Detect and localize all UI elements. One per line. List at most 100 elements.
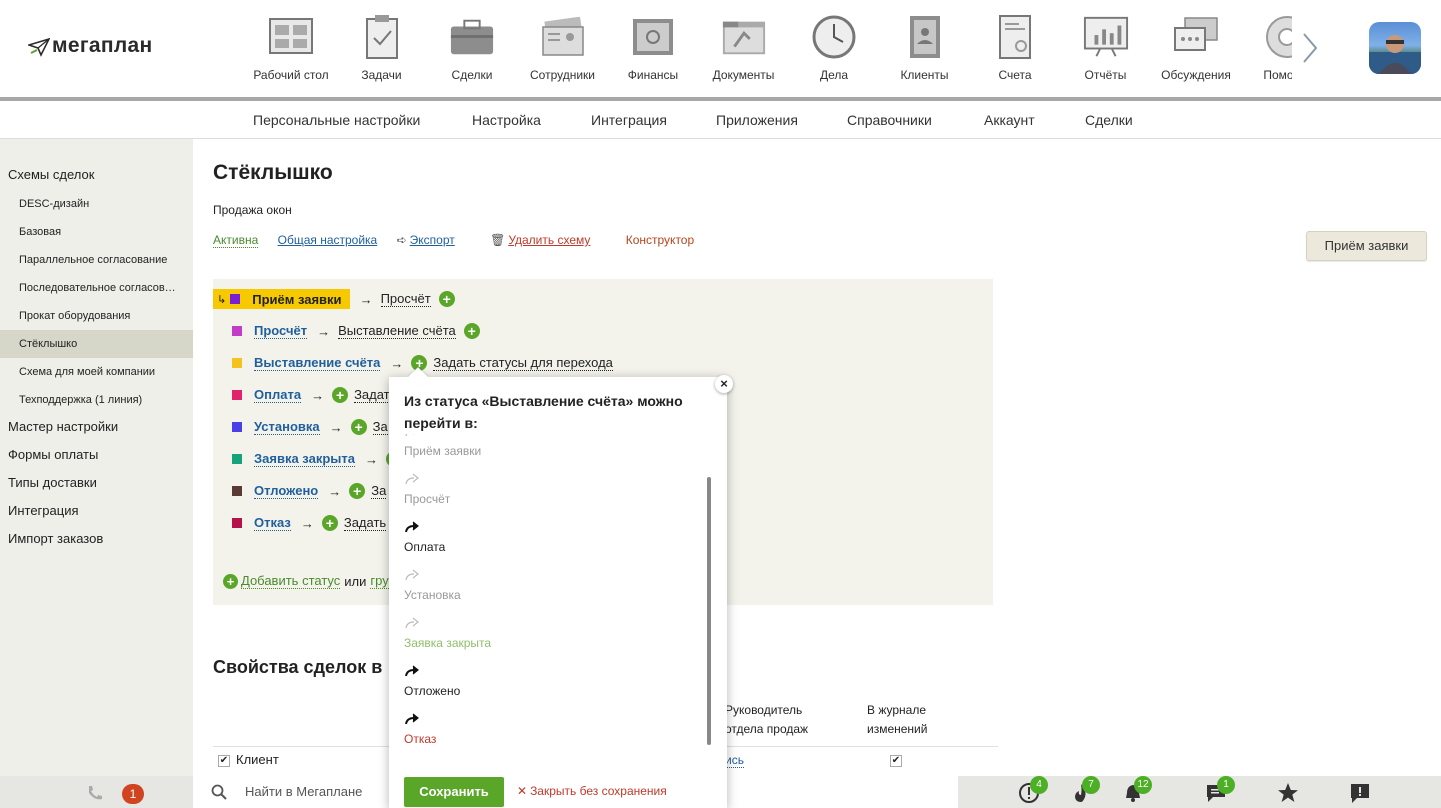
popup-status-option[interactable]: Просчёт — [404, 472, 450, 506]
add-transition-plus-icon[interactable]: + — [350, 419, 367, 435]
sidebar-item-5[interactable]: Прокат оборудования — [0, 302, 193, 330]
subnav-directories[interactable]: Справочники — [847, 112, 932, 128]
popup-option-label: Отказ — [404, 732, 437, 744]
add-transition-plus-icon[interactable]: + — [321, 515, 338, 531]
clients-icon — [902, 14, 948, 60]
popup-status-option[interactable]: Отложено — [404, 664, 460, 698]
transition-arrow-icon — [404, 712, 436, 726]
app-deals[interactable]: Сделки — [427, 14, 517, 90]
app-desktop[interactable]: Рабочий стол — [246, 14, 336, 90]
app-help[interactable]: Помощь — [1242, 14, 1292, 90]
popup-scrollbar[interactable] — [707, 477, 711, 745]
add-transition-plus-icon[interactable]: + — [349, 483, 366, 499]
add-transition-plus-icon[interactable]: + — [438, 291, 455, 307]
status-name[interactable]: Выставление счёта — [254, 355, 381, 371]
app-discussions[interactable]: Обсуждения — [1151, 14, 1241, 90]
transition-target[interactable]: Задать статусы для перехода — [433, 355, 613, 371]
status-name[interactable]: Отказ — [254, 515, 291, 531]
sidebar-item-12[interactable]: Интеграция — [0, 497, 193, 525]
status-row: Установка → + За — [232, 417, 388, 437]
transition-target[interactable]: За — [372, 419, 388, 435]
active-toggle[interactable]: Активна — [213, 233, 259, 248]
export-link[interactable]: ➪ Экспорт — [397, 233, 471, 247]
client-checkbox[interactable]: ✔ — [218, 755, 230, 767]
subnav-integration[interactable]: Интеграция — [591, 112, 667, 128]
alerts-icon[interactable]: 4 — [1018, 776, 1048, 806]
transition-target[interactable]: Просчёт — [380, 291, 431, 307]
subnav-apps[interactable]: Приложения — [716, 112, 798, 128]
app-employees[interactable]: Сотрудники — [518, 14, 608, 90]
status-name[interactable]: Оплата — [254, 387, 302, 403]
app-reports[interactable]: Отчёты — [1061, 14, 1151, 90]
subnav-deals[interactable]: Сделки — [1085, 112, 1133, 128]
feedback-icon[interactable] — [1349, 782, 1373, 806]
popup-status-option[interactable]: Заявка закрыта — [404, 616, 491, 650]
status-name[interactable]: Отложено — [254, 483, 319, 499]
delete-scheme-link[interactable]: 🗑 Удалить схему — [490, 233, 606, 247]
app-finance[interactable]: Финансы — [608, 14, 698, 90]
sidebar-item-10[interactable]: Формы оплаты — [0, 441, 193, 469]
logo-text: мегаплан — [52, 34, 153, 57]
user-avatar[interactable] — [1369, 22, 1421, 74]
sidebar-item-6[interactable]: Стёклышко — [0, 330, 193, 358]
hot-icon[interactable]: 7 — [1070, 776, 1100, 806]
calls-badge[interactable]: 1 — [122, 784, 144, 804]
add-status-link[interactable]: Добавить статус — [241, 573, 341, 589]
row-client-manager-value[interactable]: ись — [725, 753, 744, 768]
app-invoices[interactable]: Счета — [970, 14, 1060, 90]
subnav-personal[interactable]: Персональные настройки — [253, 112, 420, 128]
sidebar-item-0[interactable]: Схемы сделок — [0, 161, 193, 189]
client-journal-checkbox[interactable]: ✔ — [890, 755, 902, 767]
popup-status-option[interactable]: Установка — [404, 568, 461, 602]
popup-status-option[interactable]: Приём заявки — [404, 434, 481, 458]
app-documents[interactable]: Документы — [699, 14, 789, 90]
status-name[interactable]: Приём заявки — [252, 292, 341, 307]
transition-target[interactable]: За — [371, 483, 387, 499]
bell-icon[interactable]: 12 — [1122, 776, 1152, 806]
star-icon[interactable] — [1277, 782, 1301, 806]
page-title: Стёклышко — [213, 161, 333, 184]
popup-status-option[interactable]: Оплата — [404, 520, 445, 554]
popup-option-label: Установка — [404, 588, 461, 602]
status-name[interactable]: Заявка закрыта — [254, 451, 355, 467]
sidebar-item-11[interactable]: Типы доставки — [0, 469, 193, 497]
group-link[interactable]: гру — [370, 573, 389, 589]
subnav-account[interactable]: Аккаунт — [984, 112, 1035, 128]
app-tasks[interactable]: Задачи — [337, 14, 427, 90]
transition-target[interactable]: Выставление счёта — [338, 323, 456, 339]
app-clients[interactable]: Клиенты — [880, 14, 970, 90]
logo[interactable]: мегаплан — [28, 34, 152, 58]
sidebar-item-1[interactable]: DESC-дизайн — [0, 190, 193, 218]
general-settings-link[interactable]: Общая настройка — [278, 233, 378, 247]
current-marker-icon: ↳ — [217, 293, 227, 306]
sidebar-item-8[interactable]: Техподдержка (1 линия) — [0, 386, 193, 414]
constructor-link[interactable]: Конструктор — [626, 233, 694, 247]
sidebar-item-4[interactable]: Последовательное согласование — [0, 274, 193, 302]
finance-icon — [630, 14, 676, 60]
close-without-saving-link[interactable]: ✕ Закрыть без сохранения — [517, 784, 667, 798]
sidebar-item-9[interactable]: Мастер настройки — [0, 413, 193, 441]
popup-close-icon[interactable]: × — [715, 375, 733, 393]
transition-target[interactable]: Задать — [343, 515, 387, 531]
phone-icon[interactable] — [86, 784, 104, 805]
add-status-plus-icon[interactable]: + — [223, 573, 238, 589]
status-name[interactable]: Установка — [254, 419, 320, 435]
sidebar-item-13[interactable]: Импорт заказов — [0, 525, 193, 553]
add-transition-plus-icon[interactable]: + — [463, 323, 480, 339]
app-clock[interactable]: Дела — [789, 14, 879, 90]
subnav-settings[interactable]: Настройка — [472, 112, 541, 128]
status-name[interactable]: Просчёт — [254, 323, 308, 339]
status-button[interactable]: Приём заявки — [1306, 231, 1427, 261]
app-label: Сделки — [451, 68, 493, 82]
save-button[interactable]: Сохранить — [404, 777, 504, 807]
popup-status-option[interactable]: Отказ — [404, 712, 436, 744]
sidebar-item-7[interactable]: Схема для моей компании — [0, 358, 193, 386]
avatar-photo — [1369, 35, 1421, 74]
messages-icon[interactable]: 1 — [1205, 776, 1235, 806]
col-journal: В журнале изменений — [867, 703, 928, 736]
transition-target[interactable]: Задат — [354, 387, 390, 403]
sidebar-item-2[interactable]: Базовая — [0, 218, 193, 246]
apps-next-arrow[interactable] — [1298, 30, 1322, 66]
add-transition-plus-icon[interactable]: + — [332, 387, 349, 403]
sidebar-item-3[interactable]: Параллельное согласование — [0, 246, 193, 274]
